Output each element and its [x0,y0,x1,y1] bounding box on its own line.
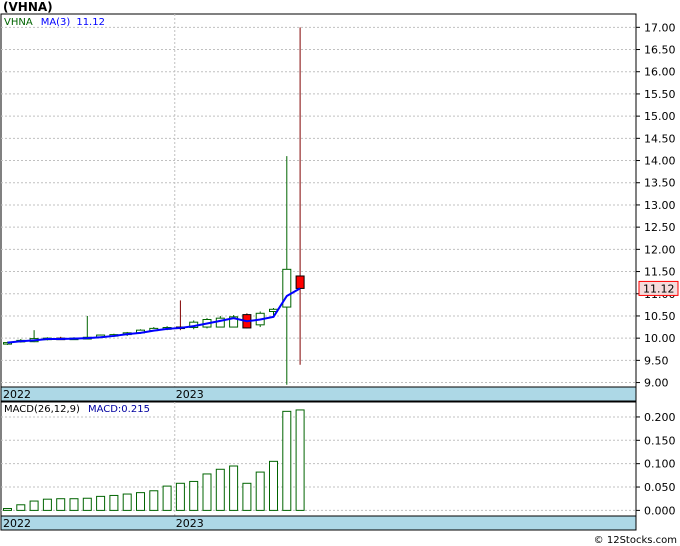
price-tick-label: 12.50 [644,221,676,234]
macd-bar [109,494,119,511]
price-tick-label: 15.50 [644,88,676,101]
macd-bar [255,471,265,511]
macd-bar [202,473,212,511]
price-tick-label: 10.50 [644,310,676,323]
stock-chart: 17.00 16.50 16.00 15.50 15.00 14.50 14.00 13.50… [0,13,679,531]
price-date-label: 2022 [3,388,31,401]
macd-bar [282,410,292,511]
price-tick-label: 10.00 [644,332,676,345]
macd-tick-label: 0.200 [644,411,676,424]
macd-legend-value: MACD:0.215 [88,404,150,415]
price-tick-label: 12.00 [644,243,676,256]
macd-bar [29,500,39,511]
macd-tick-label: 0.150 [644,434,676,447]
macd-bar [175,482,185,511]
macd-bar [122,493,132,511]
macd-bar [189,480,199,511]
current-price-label: 11.12 [643,282,675,295]
macd-bar [149,490,159,511]
legend-ma-label: MA(3) [41,17,71,28]
macd-panel: 0.200 0.150 0.100 0.050 0.000 2022 2023 MACD(26… [0,401,676,531]
macd-legend-label: MACD(26,12,9) [4,404,80,415]
macd-date-label: 2023 [176,517,204,530]
macd-bar [215,468,225,511]
price-plot-frame [0,13,637,388]
macd-bar [295,409,305,511]
price-tick-label: 17.00 [644,21,676,34]
candle-body [295,275,305,289]
macd-bar [136,492,145,511]
legend-symbol: VHNA [4,17,33,28]
macd-bar [96,495,106,511]
price-tick-label: 16.50 [644,44,676,57]
macd-tick-label: 0.000 [644,504,676,517]
price-date-band [0,386,637,402]
macd-bar [229,465,239,511]
price-date-label: 2023 [176,388,204,401]
macd-bar [56,498,66,511]
price-tick-label: 14.00 [644,155,676,168]
macd-tick-label: 0.100 [644,458,676,471]
macd-date-band [0,515,637,531]
price-tick-label: 13.50 [644,177,676,190]
price-tick-label: 15.00 [644,110,676,123]
price-tick-label: 11.50 [644,266,676,279]
macd-bar [82,497,92,511]
price-tick-label: 13.00 [644,199,676,212]
legend-ma-value: 11.12 [76,17,105,28]
price-tick-label: 16.00 [644,66,676,79]
ticker-title: (VHNA) [3,0,53,14]
macd-bar [269,460,278,511]
price-panel: 17.00 16.50 16.00 15.50 15.00 14.50 14.00 13.50… [0,13,679,402]
price-tick-label: 9.00 [644,377,669,390]
macd-bar [42,498,52,511]
site-credit: © 12Stocks.com [593,535,677,546]
macd-bar [16,504,26,511]
macd-date-label: 2022 [3,517,31,530]
macd-bar [242,482,252,511]
price-legend: VHNA MA(3) 11.12 [4,17,105,28]
price-tick-label: 14.50 [644,132,676,145]
macd-bar [69,498,79,511]
macd-bar [162,485,172,511]
macd-bar [3,508,12,511]
macd-tick-label: 0.050 [644,481,676,494]
price-tick-label: 9.50 [644,354,669,367]
macd-legend: MACD(26,12,9) MACD:0.215 [4,404,150,415]
